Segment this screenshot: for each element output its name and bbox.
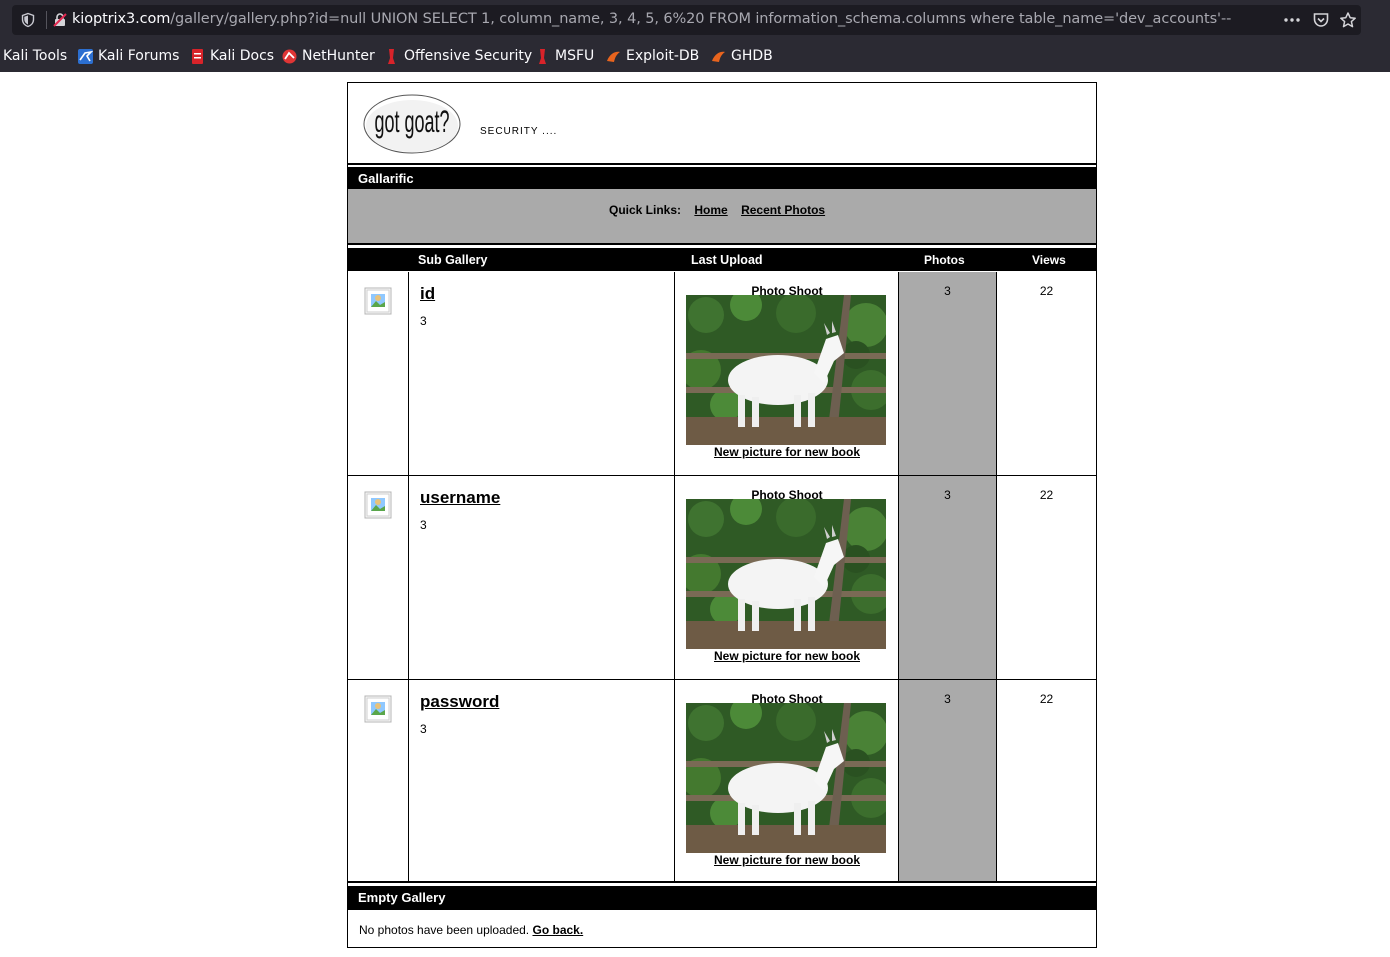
bookmark-kali-tools[interactable]: Kali Tools — [3, 46, 67, 66]
url-text[interactable]: kioptrix3.com/gallery/gallery.php?id=nul… — [72, 11, 1231, 27]
offsec-icon — [388, 48, 395, 64]
bookmark-ghdb[interactable]: GHDB — [711, 46, 773, 66]
gallery-row: password 3 Photo Shoot New picture for n… — [348, 680, 1096, 883]
more-actions-icon[interactable] — [1283, 12, 1301, 28]
address-actions — [1271, 5, 1361, 35]
url-host: kioptrix3.com — [72, 11, 171, 27]
photos-count-cell: 3 — [899, 476, 997, 679]
exploitdb-icon — [712, 51, 725, 62]
bookmark-star-icon[interactable] — [1339, 12, 1357, 28]
bookmark-kali-docs[interactable]: Kali Docs — [190, 46, 274, 66]
site-tagline: SECURITY .... — [480, 126, 558, 137]
logo-text: got goat? — [374, 105, 449, 139]
url-path: /gallery/gallery.php?id=null UNION SELEC… — [170, 11, 1232, 27]
bookmark-label: Kali Tools — [3, 48, 68, 64]
bookmark-label: Offensive Security — [404, 48, 533, 64]
shield-icon[interactable] — [20, 12, 36, 28]
docs-icon — [192, 48, 203, 64]
photos-count-cell: 3 — [899, 272, 997, 475]
pocket-icon[interactable] — [1312, 12, 1330, 28]
quick-links-panel: Quick Links: Home Recent Photos — [348, 189, 1096, 245]
sub-gallery-link[interactable]: username — [420, 488, 500, 508]
kali-dragon-icon — [78, 48, 93, 64]
sub-gallery-cell: id 3 — [409, 272, 675, 475]
address-bar[interactable]: kioptrix3.com/gallery/gallery.php?id=nul… — [12, 5, 1361, 35]
bookmark-msfu[interactable]: MSFU — [535, 46, 594, 66]
gallery-row: id 3 Photo Shoot New picture for new boo… — [348, 272, 1096, 476]
views-count: 22 — [1039, 488, 1054, 502]
bookmark-kali-forums[interactable]: Kali Forums — [78, 46, 179, 66]
gallery-icon-cell — [348, 272, 409, 475]
views-count-cell: 22 — [997, 272, 1096, 475]
gallery-page: got goat? SECURITY .... Gallarific Quick… — [347, 82, 1097, 948]
col-last-upload: Last Upload — [691, 253, 763, 267]
image-placeholder-icon[interactable] — [364, 695, 392, 723]
col-photos: Photos — [924, 253, 965, 267]
nethunter-icon — [282, 49, 297, 63]
bookmark-label: Exploit-DB — [626, 48, 700, 64]
upload-caption-link[interactable]: New picture for new book — [675, 853, 899, 867]
bookmark-label: MSFU — [555, 48, 595, 64]
quick-links: Quick Links: Home Recent Photos — [609, 203, 825, 217]
image-placeholder-icon[interactable] — [364, 287, 392, 315]
views-count-cell: 22 — [997, 680, 1096, 881]
browser-chrome: kioptrix3.com/gallery/gallery.php?id=nul… — [0, 0, 1390, 72]
views-count: 22 — [1039, 692, 1054, 706]
recent-photos-link[interactable]: Recent Photos — [741, 203, 825, 217]
sub-gallery-cell: username 3 — [409, 476, 675, 679]
photos-count: 3 — [944, 488, 951, 502]
sub-gallery-cell: password 3 — [409, 680, 675, 881]
sub-gallery-count: 3 — [420, 722, 427, 736]
empty-gallery-bar: Empty Gallery — [348, 886, 1096, 910]
gallery-row: username 3 Photo Shoot New picture for n… — [348, 476, 1096, 680]
no-photos-text: No photos have been uploaded. — [359, 923, 530, 937]
photos-count: 3 — [944, 692, 951, 706]
gallery-title-bar: Gallarific — [348, 167, 1096, 189]
goat-photo[interactable] — [686, 499, 886, 649]
bookmark-label: Kali Forums — [98, 48, 180, 64]
goat-photo[interactable] — [686, 703, 886, 853]
home-link[interactable]: Home — [694, 203, 727, 217]
image-placeholder-icon[interactable] — [364, 491, 392, 519]
bookmarks-toolbar: Kali Tools Kali Forums Kali Docs NetHunt… — [0, 44, 1390, 68]
last-upload-cell: Photo Shoot New picture for new book — [675, 476, 899, 679]
gallery-icon-cell — [348, 476, 409, 679]
sub-gallery-link[interactable]: id — [420, 284, 435, 304]
views-count-cell: 22 — [997, 476, 1096, 679]
gallery-icon-cell — [348, 680, 409, 881]
bookmark-label: GHDB — [731, 48, 773, 64]
go-back-link[interactable]: Go back. — [532, 923, 583, 937]
last-upload-cell: Photo Shoot New picture for new book — [675, 272, 899, 475]
got-goat-logo[interactable]: got goat? — [363, 94, 461, 154]
upload-caption-link[interactable]: New picture for new book — [675, 649, 899, 663]
views-count: 22 — [1039, 284, 1054, 298]
quick-links-label: Quick Links: — [609, 203, 682, 217]
insecure-lock-icon[interactable] — [52, 12, 68, 28]
sub-gallery-count: 3 — [420, 314, 427, 328]
bookmark-offensive-security[interactable]: Offensive Security — [384, 46, 532, 66]
goat-photo[interactable] — [686, 295, 886, 445]
exploitdb-icon — [607, 51, 620, 62]
bookmark-exploit-db[interactable]: Exploit-DB — [606, 46, 699, 66]
table-header: Sub Gallery Last Upload Photos Views — [348, 248, 1096, 271]
upload-caption-link[interactable]: New picture for new book — [675, 445, 899, 459]
address-separator — [46, 11, 47, 29]
offsec-icon — [539, 48, 546, 64]
col-sub-gallery: Sub Gallery — [418, 253, 488, 267]
photos-count: 3 — [944, 284, 951, 298]
bookmark-label: Kali Docs — [210, 48, 275, 64]
site-header: got goat? SECURITY .... — [348, 83, 1096, 165]
sub-gallery-count: 3 — [420, 518, 427, 532]
bookmark-nethunter[interactable]: NetHunter — [282, 46, 375, 66]
bookmark-label: NetHunter — [302, 48, 375, 64]
last-upload-cell: Photo Shoot New picture for new book — [675, 680, 899, 881]
sub-gallery-link[interactable]: password — [420, 692, 499, 712]
col-views: Views — [1032, 253, 1066, 267]
photos-count-cell: 3 — [899, 680, 997, 881]
empty-gallery-message: No photos have been uploaded. Go back. — [359, 923, 583, 937]
